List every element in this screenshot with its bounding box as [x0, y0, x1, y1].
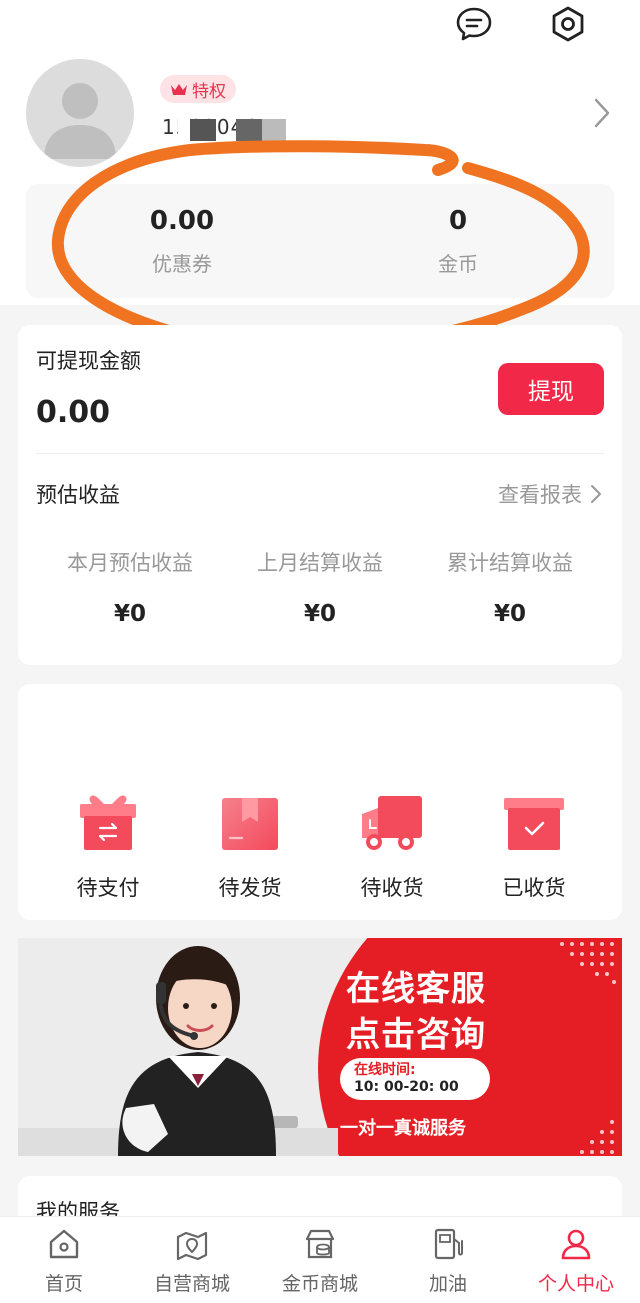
banner-title: 在线客服 点击咨询 — [346, 966, 486, 1058]
fuel-icon — [431, 1227, 465, 1261]
privilege-badge[interactable]: 特权 — [160, 75, 236, 103]
order-label: 待支付 — [76, 876, 140, 900]
earnings-card: 可提现金额 0.00 提现 预估收益 查看报表 本月预估收益 ¥0 上月结算收益… — [18, 325, 622, 665]
gift-icon — [76, 792, 140, 852]
order-pending-receipt[interactable]: 待收货 — [322, 792, 462, 902]
view-report-link[interactable]: 查看报表 — [498, 479, 602, 509]
gold-coin-value: 0 — [448, 206, 468, 236]
received-box-icon — [502, 792, 566, 852]
income-label: 本月预估收益 — [67, 551, 193, 575]
estimate-title: 预估收益 — [36, 483, 120, 507]
coin-store-icon — [303, 1227, 337, 1261]
withdraw-title: 可提现金额 — [36, 349, 141, 373]
withdraw-button[interactable]: 提现 — [498, 363, 604, 415]
income-total[interactable]: 累计结算收益 ¥0 — [410, 547, 610, 627]
income-label: 上月结算收益 — [257, 551, 383, 575]
tab-personal-center[interactable]: 个人中心 — [512, 1227, 640, 1296]
income-value: ¥0 — [113, 601, 146, 627]
tab-label: 金币商城 — [281, 1273, 358, 1295]
banner-title-line1: 在线客服 — [346, 969, 486, 1009]
gold-coin-stat[interactable]: 0 金币 — [358, 206, 558, 277]
divider — [36, 453, 604, 454]
tab-coin-mall[interactable]: 金币商城 — [256, 1227, 384, 1296]
map-store-icon — [175, 1227, 209, 1261]
profile-header: 特权 1502046 0.00 优惠券 0 金币 — [0, 0, 640, 305]
person-icon — [559, 1227, 593, 1261]
order-label: 待收货 — [360, 876, 424, 900]
withdraw-amount: 0.00 — [36, 395, 111, 430]
assets-panel: 0.00 优惠券 0 金币 — [26, 184, 614, 298]
income-value: ¥0 — [493, 601, 526, 627]
tab-label: 首页 — [44, 1273, 83, 1295]
truck-icon — [360, 792, 424, 852]
privacy-mask — [236, 119, 262, 141]
service-hours-pill: 在线时间: 10: 00-20: 00 — [340, 1058, 490, 1100]
order-pending-payment[interactable]: 待支付 — [38, 792, 178, 902]
income-last-month[interactable]: 上月结算收益 ¥0 — [220, 547, 420, 627]
header-icons — [454, 4, 588, 44]
gold-coin-label: 金币 — [438, 252, 478, 276]
orders-card: 待支付 待发货 待收货 已收货 — [18, 684, 622, 920]
chevron-right-icon — [591, 485, 601, 503]
home-icon — [47, 1227, 81, 1261]
income-this-month[interactable]: 本月预估收益 ¥0 — [30, 547, 230, 627]
tab-home[interactable]: 首页 — [0, 1227, 128, 1296]
view-report-label: 查看报表 — [498, 483, 582, 507]
income-value: ¥0 — [303, 601, 336, 627]
tab-self-run-mall[interactable]: 自营商城 — [128, 1227, 256, 1296]
badge-label: 特权 — [192, 81, 226, 102]
bottom-tab-bar: 首页 自营商城 金币商城 加油 个人中心 — [0, 1216, 640, 1303]
banner-dots-decoration — [580, 1120, 614, 1154]
tab-refuel[interactable]: 加油 — [384, 1227, 512, 1296]
order-pending-shipment[interactable]: 待发货 — [180, 792, 320, 902]
privacy-mask — [262, 119, 286, 141]
crown-icon — [171, 84, 187, 95]
phone-number: 1502046 — [162, 115, 292, 145]
banner-slogan: 一对一真诚服务 — [340, 1118, 466, 1139]
tab-label: 加油 — [428, 1273, 467, 1295]
coupon-value: 0.00 — [149, 206, 215, 236]
income-label: 累计结算收益 — [447, 551, 573, 575]
hours-value: 10: 00-20: 00 — [354, 1079, 459, 1095]
banner-dots-decoration — [560, 942, 616, 984]
package-icon — [218, 792, 282, 852]
tab-label: 自营商城 — [153, 1273, 230, 1295]
avatar[interactable] — [26, 59, 134, 167]
coupon-label: 优惠券 — [152, 252, 212, 276]
privacy-mask — [190, 119, 216, 141]
hours-label: 在线时间: — [354, 1062, 416, 1078]
message-icon[interactable] — [454, 4, 494, 44]
banner-title-line2: 点击咨询 — [346, 1015, 486, 1055]
customer-service-agent-image — [18, 946, 338, 1156]
coupon-stat[interactable]: 0.00 优惠券 — [82, 206, 282, 277]
order-label: 待发货 — [218, 876, 282, 900]
customer-service-banner[interactable]: 在线客服 点击咨询 在线时间: 10: 00-20: 00 一对一真诚服务 — [18, 938, 622, 1156]
chevron-right-icon[interactable] — [592, 97, 612, 133]
order-received[interactable]: 已收货 — [464, 792, 604, 902]
tab-label: 个人中心 — [537, 1273, 614, 1295]
order-label: 已收货 — [502, 876, 566, 900]
settings-hexagon-icon[interactable] — [548, 4, 588, 44]
